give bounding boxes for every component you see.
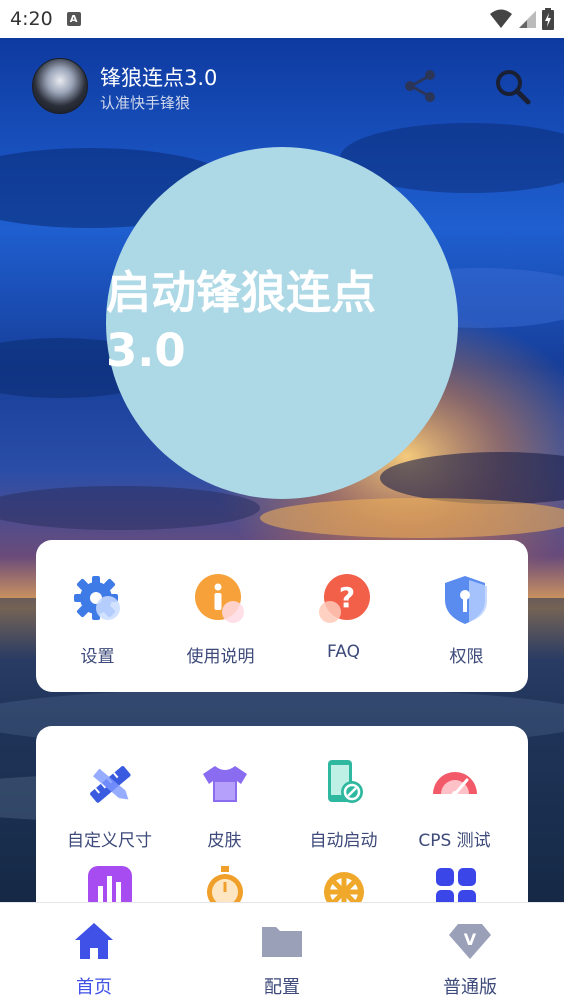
tools-card: 自定义尺寸 皮肤 自动启动 CPS 测试 xyxy=(36,726,528,926)
info-icon xyxy=(193,572,249,628)
phone-link-icon xyxy=(316,756,372,812)
nav-standard-edition[interactable]: V 普通版 xyxy=(400,921,540,999)
instructions-label: 使用说明 xyxy=(186,647,255,667)
faq-label: FAQ xyxy=(327,642,360,662)
avatar[interactable] xyxy=(32,58,88,114)
nav-home[interactable]: 首页 xyxy=(24,921,164,999)
app-subtitle: 认准快手锋狼 xyxy=(100,94,191,112)
cps-test-button[interactable]: CPS 测试 xyxy=(393,756,516,851)
share-icon xyxy=(405,70,435,102)
status-time: 4:20 xyxy=(10,8,53,30)
permissions-label: 权限 xyxy=(449,647,484,667)
settings-label: 设置 xyxy=(80,647,115,667)
svg-text:V: V xyxy=(464,930,477,949)
app-title: 锋狼连点3.0 xyxy=(100,66,218,90)
search-icon xyxy=(496,70,531,105)
nav-config[interactable]: 配置 xyxy=(212,921,352,999)
quick-actions-card: 设置 使用说明 ? FAQ 权限 xyxy=(36,540,528,692)
faq-button[interactable]: ? FAQ xyxy=(282,572,405,662)
auto-start-button[interactable]: 自动启动 xyxy=(282,756,405,851)
skin-label: 皮肤 xyxy=(207,831,242,851)
auto-start-label: 自动启动 xyxy=(309,831,378,851)
home-icon xyxy=(75,923,113,959)
wifi-icon xyxy=(490,9,512,28)
status-indicators xyxy=(490,8,554,30)
app-header: 锋狼连点3.0 认准快手锋狼 xyxy=(0,56,564,116)
shield-key-icon xyxy=(439,572,495,628)
settings-button[interactable]: 设置 xyxy=(36,572,159,667)
signal-icon xyxy=(519,11,536,28)
pencil-ruler-icon xyxy=(82,756,138,812)
tshirt-icon xyxy=(197,756,253,812)
speedometer-icon xyxy=(427,756,483,812)
start-button-label: 启动锋狼连点3.0 xyxy=(106,266,377,377)
instructions-button[interactable]: 使用说明 xyxy=(159,572,282,667)
start-button[interactable]: 启动锋狼连点3.0 xyxy=(106,147,458,499)
nav-config-label: 配置 xyxy=(264,977,300,998)
search-button[interactable] xyxy=(490,64,534,108)
bottom-navigation: 首页 配置 V 普通版 xyxy=(0,902,564,1003)
question-icon: ? xyxy=(316,572,372,628)
skin-button[interactable]: 皮肤 xyxy=(163,756,286,851)
share-button[interactable] xyxy=(398,64,442,108)
notification-icon: A xyxy=(66,12,81,26)
custom-size-button[interactable]: 自定义尺寸 xyxy=(48,756,171,851)
cps-test-label: CPS 测试 xyxy=(418,831,491,851)
permissions-button[interactable]: 权限 xyxy=(405,572,528,667)
diamond-v-icon: V xyxy=(449,924,491,959)
custom-size-label: 自定义尺寸 xyxy=(67,831,152,851)
nav-home-label: 首页 xyxy=(76,977,112,998)
folder-icon xyxy=(262,927,302,957)
svg-text:?: ? xyxy=(338,581,354,614)
gear-icon xyxy=(70,572,126,628)
battery-icon xyxy=(542,8,554,30)
nav-standard-edition-label: 普通版 xyxy=(443,977,497,998)
status-bar: 4:20 A xyxy=(0,0,564,38)
